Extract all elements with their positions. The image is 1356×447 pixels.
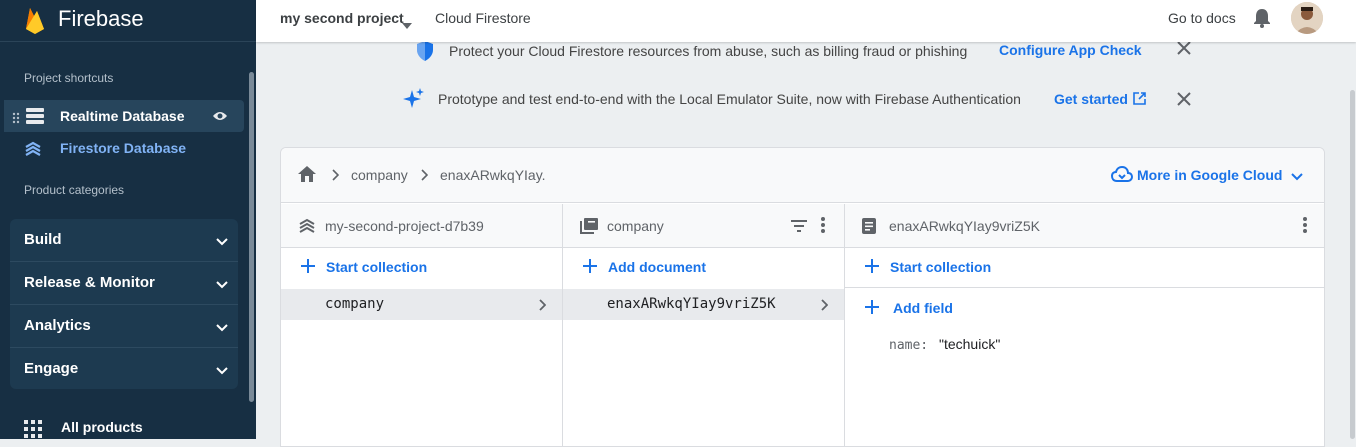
document-id: enaxARwkqYIay9vriZ5K: [607, 296, 776, 312]
more-vert-icon[interactable]: [1303, 217, 1307, 238]
action-label: Add field: [893, 300, 953, 316]
top-bar: my second project Cloud Firestore Go to …: [256, 0, 1356, 42]
firestore-icon: [24, 140, 42, 163]
list-item[interactable]: company: [281, 289, 562, 320]
filter-icon[interactable]: [791, 219, 807, 237]
plus-icon: [865, 300, 879, 319]
shield-icon: [415, 40, 435, 67]
add-document-button[interactable]: Add document: [563, 248, 844, 288]
field-key: name:: [889, 338, 929, 353]
field-value[interactable]: "techuick": [939, 336, 1000, 352]
database-icon: [26, 108, 44, 129]
avatar[interactable]: [1291, 2, 1323, 34]
category-build[interactable]: Build: [10, 219, 238, 262]
shortcuts-heading: Project shortcuts: [24, 71, 114, 85]
category-label: Build: [24, 231, 62, 248]
chevron-right-icon: [820, 298, 829, 316]
apps-grid-icon: [24, 420, 42, 439]
categories-heading: Product categories: [24, 183, 125, 197]
sidebar-item-label: Firestore Database: [60, 140, 187, 156]
project-selector[interactable]: my second project: [280, 10, 404, 26]
document-column: enaxARwkqYIay9vriZ5K Start collection Ad…: [845, 204, 1324, 446]
more-vert-icon[interactable]: [821, 217, 825, 238]
collection-name: company: [325, 296, 385, 312]
drag-handle-icon[interactable]: [12, 111, 20, 124]
brand-header[interactable]: Firebase: [0, 0, 256, 42]
category-engage[interactable]: Engage: [10, 348, 238, 391]
collection-icon: [580, 218, 598, 239]
sidebar-item-firestore-database[interactable]: Firestore Database: [24, 139, 244, 159]
category-release-monitor[interactable]: Release & Monitor: [10, 262, 238, 305]
breadcrumb-item[interactable]: company: [351, 167, 408, 183]
close-icon[interactable]: [1177, 92, 1191, 111]
eye-icon[interactable]: [212, 109, 228, 127]
page-title: Cloud Firestore: [435, 10, 531, 26]
plus-icon: [301, 259, 315, 278]
bell-icon[interactable]: [1253, 8, 1271, 33]
column-title: company: [607, 218, 664, 234]
firebase-logo-icon: [24, 5, 46, 40]
sparkle-icon: [403, 88, 425, 115]
column-header: company: [563, 204, 844, 248]
home-icon[interactable]: [297, 165, 317, 188]
cloud-icon: [1110, 165, 1134, 187]
main-scrollbar[interactable]: [1350, 90, 1355, 439]
root-column: my-second-project-d7b39 Start collection…: [281, 204, 563, 446]
chevron-down-icon: [216, 362, 228, 380]
open-in-new-icon[interactable]: [1133, 92, 1146, 110]
all-products-link[interactable]: All products: [24, 418, 244, 438]
category-analytics[interactable]: Analytics: [10, 305, 238, 348]
close-icon[interactable]: [1177, 41, 1191, 60]
action-label: Add document: [608, 259, 706, 275]
breadcrumb: company enaxARwkqYIay. More in Google Cl…: [281, 148, 1324, 203]
start-collection-button[interactable]: Start collection: [845, 248, 1324, 288]
category-label: Engage: [24, 360, 79, 377]
chevron-down-icon: [216, 233, 228, 251]
get-started-link[interactable]: Get started: [1054, 91, 1128, 107]
sidebar: Firebase Project shortcuts Realtime Data…: [0, 0, 256, 439]
configure-app-check-link[interactable]: Configure App Check: [999, 42, 1142, 58]
start-collection-button[interactable]: Start collection: [281, 248, 562, 288]
banner-text: Protect your Cloud Firestore resources f…: [449, 43, 968, 59]
chevron-down-icon[interactable]: [1291, 168, 1303, 186]
firestore-data-panel: company enaxARwkqYIay. More in Google Cl…: [280, 147, 1325, 447]
app-check-banner: Protect your Cloud Firestore resources f…: [256, 39, 1348, 63]
chevron-right-icon: [420, 168, 429, 186]
action-label: Start collection: [326, 259, 428, 275]
action-label: Start collection: [890, 259, 992, 275]
go-to-docs-link[interactable]: Go to docs: [1168, 10, 1236, 26]
all-products-label: All products: [61, 419, 143, 435]
caret-down-icon[interactable]: [402, 16, 412, 34]
plus-icon: [583, 259, 597, 278]
document-icon: [862, 218, 876, 239]
column-header: enaxARwkqYIay9vriZ5K: [845, 204, 1324, 248]
chevron-down-icon: [216, 319, 228, 337]
banner-text: Prototype and test end-to-end with the L…: [438, 91, 1021, 107]
chevron-right-icon: [538, 298, 547, 316]
emulator-banner: Prototype and test end-to-end with the L…: [256, 87, 1348, 111]
chevron-down-icon: [216, 276, 228, 294]
firestore-icon: [298, 217, 316, 240]
sidebar-item-realtime-database[interactable]: Realtime Database: [4, 100, 244, 132]
column-header: my-second-project-d7b39: [281, 204, 562, 248]
brand-name: Firebase: [58, 6, 144, 31]
breadcrumb-item[interactable]: enaxARwkqYIay.: [440, 167, 546, 183]
column-title: my-second-project-d7b39: [325, 218, 484, 234]
chevron-right-icon: [331, 168, 340, 186]
column-title: enaxARwkqYIay9vriZ5K: [889, 218, 1040, 234]
sidebar-scrollbar[interactable]: [249, 72, 254, 402]
category-label: Analytics: [24, 317, 91, 334]
category-label: Release & Monitor: [24, 274, 155, 291]
more-in-google-cloud-link[interactable]: More in Google Cloud: [1137, 167, 1282, 183]
list-item[interactable]: enaxARwkqYIay9vriZ5K: [563, 289, 844, 320]
plus-icon: [865, 259, 879, 278]
add-field-button[interactable]: Add field: [845, 289, 1324, 329]
collection-column: company Add document enaxARwkqYIay9vriZ5…: [563, 204, 845, 446]
sidebar-item-label: Realtime Database: [60, 108, 185, 124]
